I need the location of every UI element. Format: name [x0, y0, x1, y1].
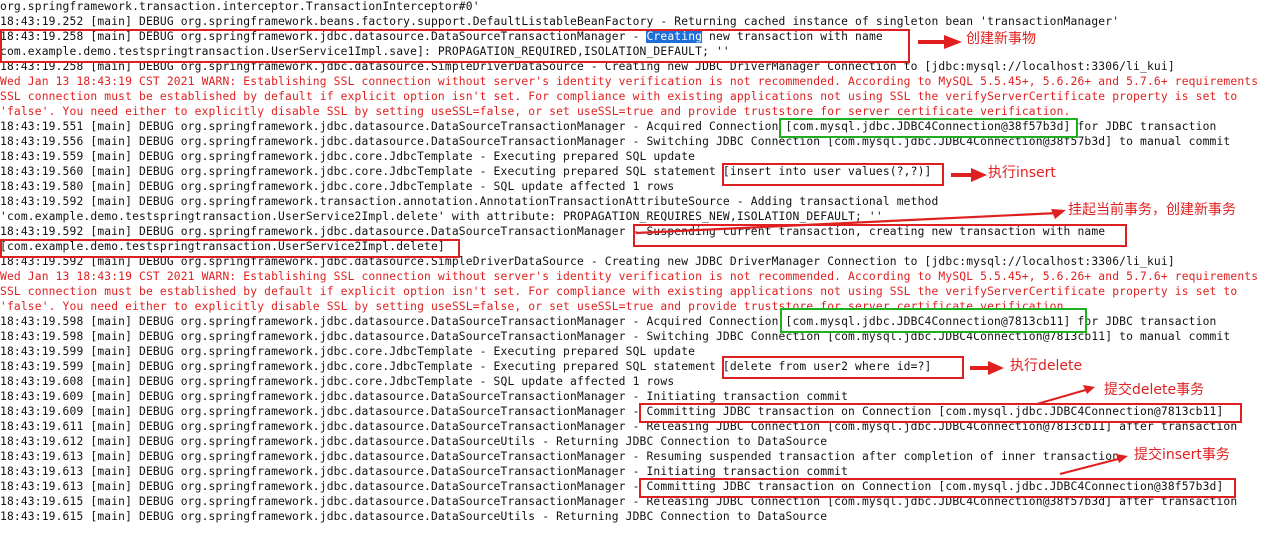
suspend-and-create-annotation: 挂起当前事务，创建新事务: [1068, 202, 1236, 218]
log-line: 18:43:19.615 [main] DEBUG org.springfram…: [0, 510, 828, 523]
log-line: 18:43:19.613 [main] DEBUG org.springfram…: [0, 450, 1120, 463]
log-line: 18:43:19.609 [main] DEBUG org.springfram…: [0, 390, 849, 403]
log-line: 18:43:19.252 [main] DEBUG org.springfram…: [0, 15, 1120, 28]
log-line: 18:43:19.608 [main] DEBUG org.springfram…: [0, 375, 675, 388]
commit-insert-arrow-icon: [1059, 454, 1128, 475]
commit-delete-annotation: 提交delete事务: [1104, 382, 1205, 398]
log-line: 18:43:19.580 [main] DEBUG org.springfram…: [0, 180, 675, 193]
create-transaction-annotation: 创建新事物: [966, 31, 1036, 47]
connection-7813cb11-highlight-box: [780, 308, 1087, 333]
commit-delete-highlight-box: [639, 403, 1242, 423]
log-line: 18:43:19.592 [main] DEBUG org.springfram…: [0, 195, 939, 208]
log-line-warning: SSL connection must be established by de…: [0, 285, 1238, 298]
log-line-warning: SSL connection must be established by de…: [0, 90, 1238, 103]
log-line: 18:43:19.599 [main] DEBUG org.springfram…: [0, 345, 696, 358]
log-line-warning: Wed Jan 13 18:43:19 CST 2021 WARN: Estab…: [0, 75, 1259, 88]
suspend-transaction-arrow-icon: [635, 209, 1066, 235]
create-transaction-arrow-icon: [918, 35, 962, 49]
delete-statement-highlight-box: [722, 356, 964, 379]
user-service2-delete-highlight-box: [0, 239, 460, 258]
execute-insert-annotation: 执行insert: [988, 165, 1056, 181]
create-transaction-highlight-box: [0, 29, 910, 63]
log-line: 18:43:19.559 [main] DEBUG org.springfram…: [0, 150, 696, 163]
log-line: 18:43:19.613 [main] DEBUG org.springfram…: [0, 465, 849, 478]
commit-delete-arrow-icon: [1036, 385, 1095, 405]
connection-38f57b3d-highlight-box: [779, 118, 1078, 138]
log-line-warning: 'false'. You need either to explicitly d…: [0, 105, 1071, 118]
commit-insert-annotation: 提交insert事务: [1134, 447, 1230, 463]
log-line-warning: Wed Jan 13 18:43:19 CST 2021 WARN: Estab…: [0, 270, 1259, 283]
insert-statement-highlight-box: [722, 163, 944, 186]
log-line: org.springframework.transaction.intercep…: [0, 0, 480, 13]
execute-delete-annotation: 执行delete: [1010, 358, 1083, 374]
commit-insert-highlight-box: [639, 478, 1236, 498]
execute-delete-arrow-icon: [970, 361, 1004, 375]
execute-insert-arrow-icon: [951, 168, 987, 182]
log-line: 18:43:19.612 [main] DEBUG org.springfram…: [0, 435, 828, 448]
